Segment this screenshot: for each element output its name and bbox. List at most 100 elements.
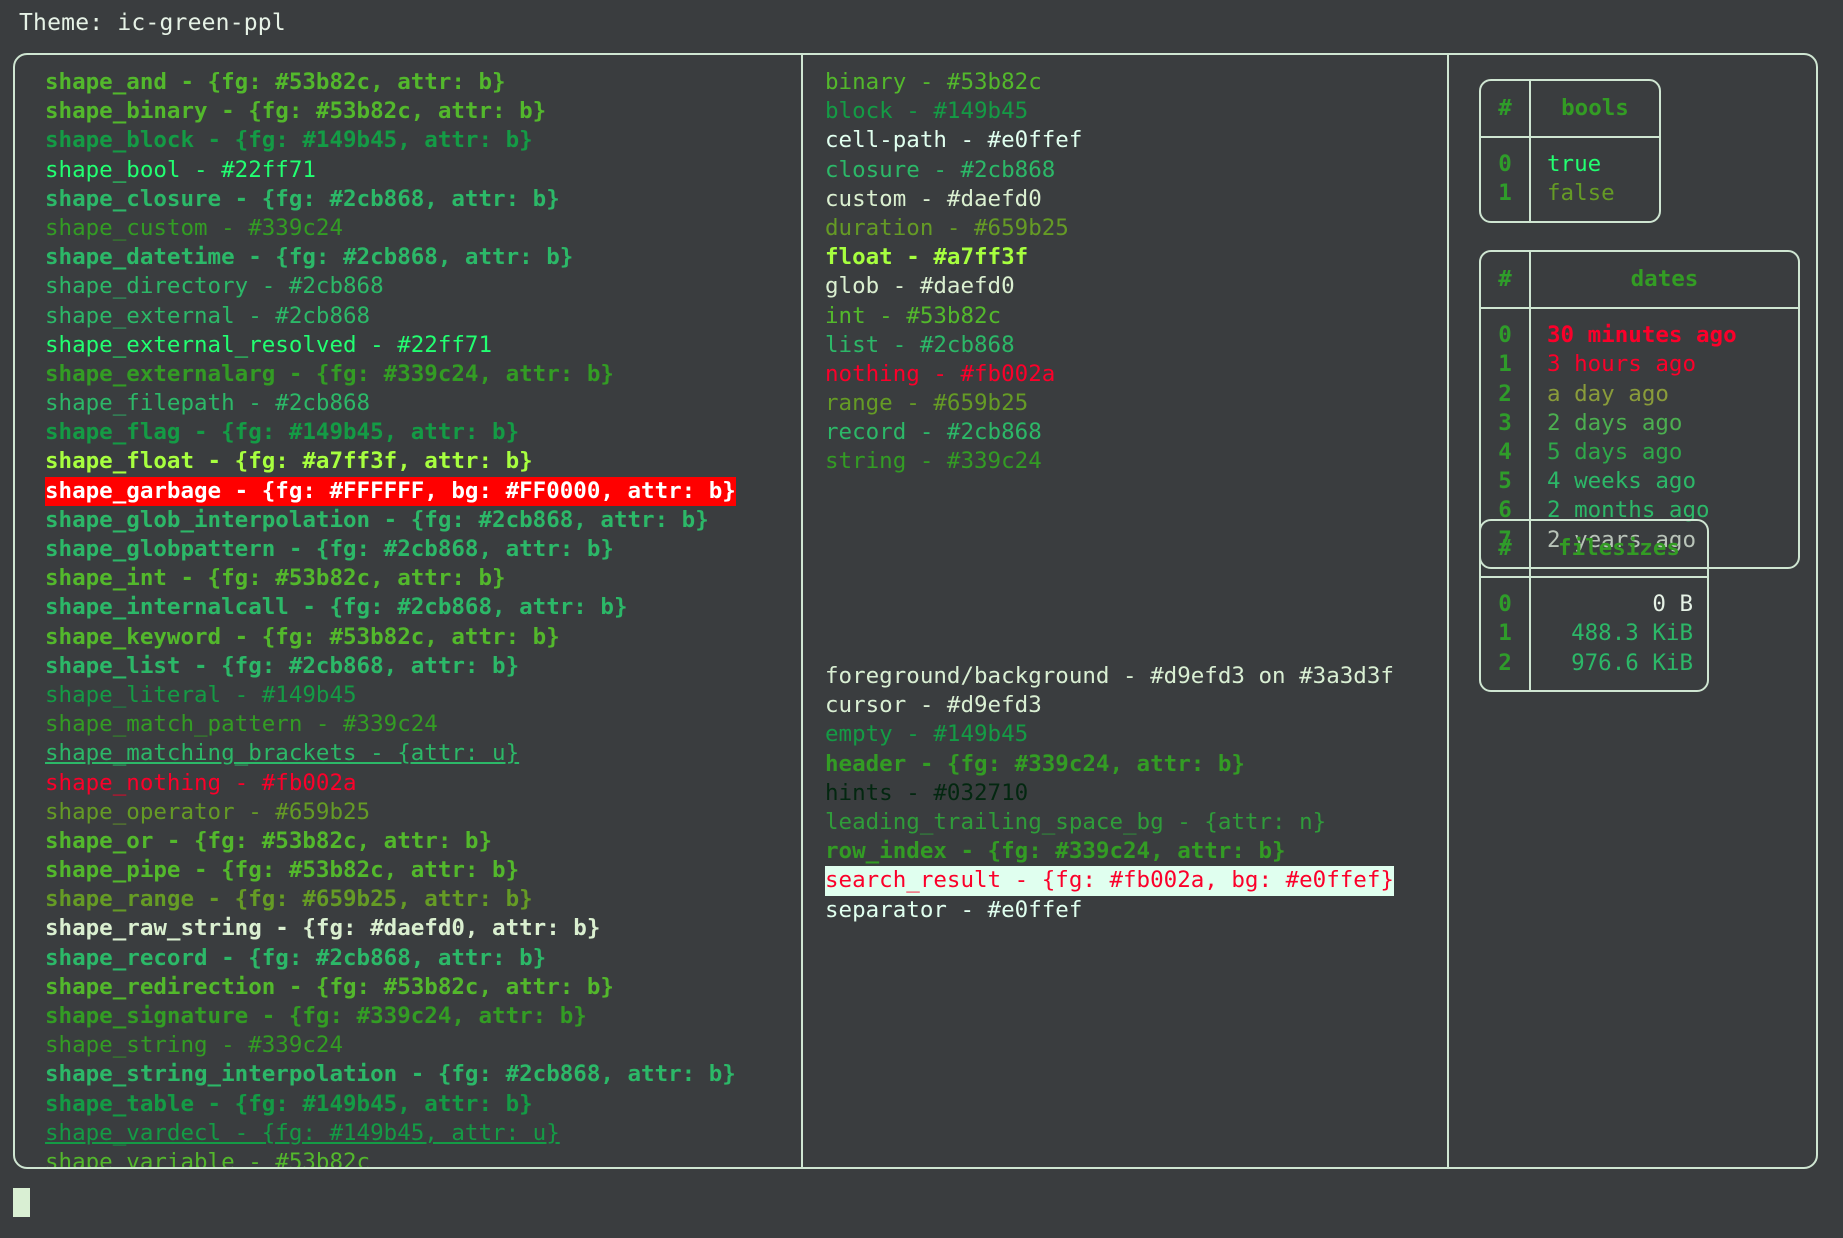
page-title: Theme: ic-green-ppl: [19, 10, 286, 36]
table-row: 5 4 weeks ago: [1481, 467, 1798, 497]
shapes-column: shape_and - {fg: #53b82c, attr: b} shape_…: [15, 55, 801, 1167]
terminal-window: Theme: ic-green-ppl shape_and - {fg: #53…: [0, 0, 1843, 1238]
type-line: closure - #2cb868: [825, 156, 1056, 183]
filesizes-row-index: 2: [1481, 648, 1531, 690]
shape-line: shape_externalarg - {fg: #339c24, attr: …: [45, 360, 614, 387]
shape-line: shape_nothing - #fb002a: [45, 769, 357, 796]
dates-row-value: 5 days ago: [1547, 439, 1683, 466]
ui-element-line: leading_trailing_space_bg - {attr: n}: [825, 808, 1327, 835]
ui-element-line: cursor - #d9efd3: [825, 692, 1042, 719]
shape-line: shape_string - #339c24: [45, 1032, 344, 1059]
shape-line: shape_list - {fg: #2cb868, attr: b}: [45, 652, 520, 679]
shape-line: shape_binary - {fg: #53b82c, attr: b}: [45, 98, 547, 125]
shape-line: shape_int - {fg: #53b82c, attr: b}: [45, 565, 506, 592]
ui-element-line: hints - #032710: [825, 779, 1029, 806]
ui-element-line: search_result - {fg: #fb002a, bg: #e0ffe…: [825, 866, 1394, 896]
filesizes-row-index: 0: [1481, 577, 1531, 620]
shape-line: shape_directory - #2cb868: [45, 273, 384, 300]
type-line: string - #339c24: [825, 448, 1042, 475]
type-line: custom - #daefd0: [825, 185, 1042, 212]
filesizes-row-value: 976.6 KiB: [1571, 649, 1693, 676]
dates-row-value: 4 weeks ago: [1547, 468, 1697, 495]
type-line: int - #53b82c: [825, 302, 1002, 329]
table-row: 0 0 B: [1481, 577, 1707, 620]
shape-line: shape_match_pattern - #339c24: [45, 711, 438, 738]
type-line: cell-path - #e0ffef: [825, 127, 1083, 154]
types-column: binary - #53b82c block - #149b45 cell-path…: [803, 55, 1447, 1167]
shape-line: shape_string_interpolation - {fg: #2cb86…: [45, 1061, 736, 1088]
dates-index-header: #: [1481, 252, 1531, 310]
bools-value-header: bools: [1530, 81, 1659, 139]
shape-line: shape_closure - {fg: #2cb868, attr: b}: [45, 185, 560, 212]
table-row: 2 a day ago: [1481, 379, 1798, 409]
table-row: 4 5 days ago: [1481, 438, 1798, 468]
dates-row-value: a day ago: [1547, 380, 1669, 407]
shape-line: shape_and - {fg: #53b82c, attr: b}: [45, 69, 506, 95]
shape-line: shape_operator - #659b25: [45, 798, 371, 825]
shape-line: shape_redirection - {fg: #53b82c, attr: …: [45, 973, 614, 1000]
filesizes-index-header: #: [1481, 521, 1531, 579]
dates-row-index: 3: [1481, 408, 1531, 439]
dates-row-value: 3 hours ago: [1547, 351, 1697, 378]
type-line: list - #2cb868: [825, 331, 1015, 358]
type-line: record - #2cb868: [825, 419, 1042, 446]
shape-line: shape_float - {fg: #a7ff3f, attr: b}: [45, 448, 533, 475]
shape-line: shape_filepath - #2cb868: [45, 390, 371, 417]
ui-element-line: empty - #149b45: [825, 721, 1029, 748]
shapes-list: shape_and - {fg: #53b82c, attr: b} shape_…: [45, 68, 736, 1167]
type-line: binary - #53b82c: [825, 69, 1042, 95]
shape-line: shape_vardecl - {fg: #149b45, attr: u}: [45, 1119, 560, 1146]
shape-line: shape_flag - {fg: #149b45, attr: b}: [45, 419, 520, 446]
ui-elements-list: foreground/background - #d9efd3 on #3a3d…: [825, 662, 1394, 925]
type-line: block - #149b45: [825, 98, 1029, 125]
table-row: 1 false: [1481, 179, 1659, 221]
table-row: 1 488.3 KiB: [1481, 619, 1707, 649]
table-row: 3 2 days ago: [1481, 408, 1798, 439]
shape-line: shape_record - {fg: #2cb868, attr: b}: [45, 944, 547, 971]
shape-line: shape_pipe - {fg: #53b82c, attr: b}: [45, 857, 520, 884]
shape-line: shape_custom - #339c24: [45, 214, 344, 241]
filesizes-table: # filesizes 0 0 B 1 488.3 KiB 2 976.6 KiB: [1479, 519, 1709, 692]
dates-row-value: 2 days ago: [1547, 409, 1683, 436]
types-list: binary - #53b82c block - #149b45 cell-path…: [825, 68, 1082, 477]
table-row: 0 30 minutes ago: [1481, 308, 1798, 351]
shape-line: shape_garbage - {fg: #FFFFFF, bg: #FF000…: [45, 476, 736, 506]
shape-line: shape_bool - #22ff71: [45, 156, 316, 183]
shape-line: shape_external_resolved - #22ff71: [45, 331, 493, 358]
filesizes-value-header: filesizes: [1530, 521, 1707, 579]
ui-element-line: separator - #e0ffef: [825, 896, 1083, 923]
shape-line: shape_globpattern - {fg: #2cb868, attr: …: [45, 536, 614, 562]
type-line: range - #659b25: [825, 390, 1029, 417]
ui-element-line: header - {fg: #339c24, attr: b}: [825, 750, 1245, 777]
shape-line: shape_or - {fg: #53b82c, attr: b}: [45, 827, 493, 854]
table-row: 1 3 hours ago: [1481, 350, 1798, 380]
samples-column: # bools 0 true 1 false # dates 0 30 minu…: [1449, 55, 1818, 1167]
filesizes-row-value: 0 B: [1652, 591, 1693, 618]
bools-table: # bools 0 true 1 false: [1479, 79, 1661, 223]
shape-line: shape_variable - #53b82c: [45, 1148, 371, 1167]
shape-line: shape_internalcall - {fg: #2cb868, attr:…: [45, 594, 628, 621]
dates-value-header: dates: [1530, 252, 1798, 310]
filesizes-row-index: 1: [1481, 619, 1531, 649]
shape-line: shape_raw_string - {fg: #daefd0, attr: b…: [45, 915, 601, 942]
type-line: glob - #daefd0: [825, 273, 1015, 300]
table-row: 0 true: [1481, 137, 1659, 180]
shape-line: shape_range - {fg: #659b25, attr: b}: [45, 886, 533, 913]
bools-row-index: 1: [1481, 179, 1531, 221]
content-frame: shape_and - {fg: #53b82c, attr: b} shape_…: [13, 53, 1818, 1169]
ui-element-line: row_index - {fg: #339c24, attr: b}: [825, 838, 1286, 865]
bools-index-header: #: [1481, 81, 1531, 139]
dates-row-index: 4: [1481, 438, 1531, 468]
dates-row-index: 5: [1481, 467, 1531, 497]
shape-line: shape_keyword - {fg: #53b82c, attr: b}: [45, 623, 560, 650]
shape-line: shape_literal - #149b45: [45, 681, 357, 708]
dates-row-value: 30 minutes ago: [1547, 322, 1737, 349]
shape-line: shape_signature - {fg: #339c24, attr: b}: [45, 1003, 587, 1029]
type-line: duration - #659b25: [825, 214, 1069, 241]
bools-row-value: false: [1547, 180, 1615, 207]
dates-row-index: 0: [1481, 308, 1531, 351]
terminal-cursor: [13, 1188, 30, 1217]
filesizes-row-value: 488.3 KiB: [1571, 620, 1693, 647]
shape-line: shape_external - #2cb868: [45, 302, 371, 329]
shape-line: shape_table - {fg: #149b45, attr: b}: [45, 1090, 533, 1117]
